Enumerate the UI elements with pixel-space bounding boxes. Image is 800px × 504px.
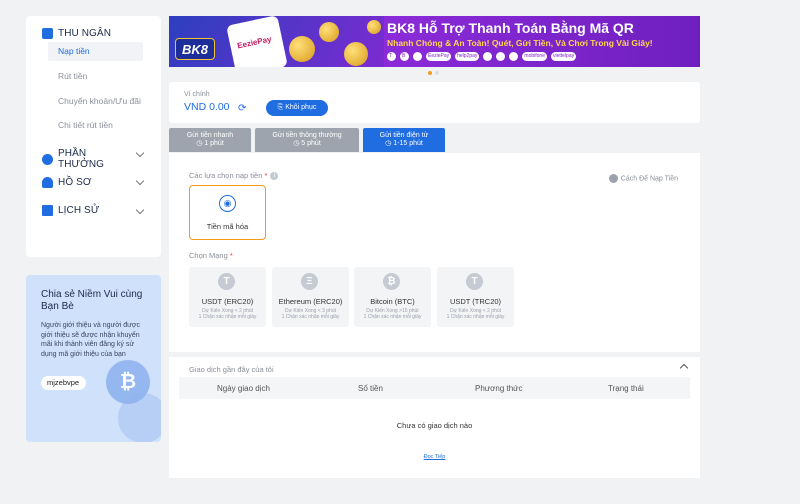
usdt-icon: T (218, 273, 235, 290)
tab-time: ◷ 5 phút (293, 140, 321, 147)
gift-icon (42, 153, 53, 165)
banner-subtitle: Nhanh Chóng & An Toàn! Quét, Gửi Tiền, V… (387, 38, 653, 48)
help-icon (608, 174, 618, 183)
wallet-balance: VND 0.00 (184, 101, 230, 113)
crypto-icon: ◉ (219, 195, 236, 212)
payment-logo (496, 52, 506, 61)
network-ethereum-erc20[interactable]: Ξ Ethereum (ERC20) Dự Kiến Xong < 3 phút… (272, 267, 349, 327)
restore-button[interactable]: ⎘ Khôi phục (266, 100, 328, 116)
method-label: Tiền mã hóa (206, 222, 249, 231)
chevron-down-icon[interactable] (135, 205, 145, 215)
network-usdt-trc20[interactable]: T USDT (TRC20) Dự Kiến Xong < 2 phút 1 C… (437, 267, 514, 327)
wallet-label: Ví chính (184, 91, 210, 98)
network-confirmation: 1 Chặn xác nhận mỗi giây (281, 314, 340, 320)
transactions-title: Giao dịch gần đây của tôi (189, 365, 274, 374)
network-confirmation: 1 Chặn xác nhận mỗi giây (198, 314, 257, 320)
coin-decoration (344, 42, 368, 66)
payment-logo (483, 52, 493, 61)
column-method: Phương thức (475, 384, 523, 393)
ethereum-icon: Ξ (301, 273, 318, 290)
tab-label: Gửi tiền điện tử (379, 132, 429, 139)
column-status: Trạng thái (608, 384, 644, 393)
chevron-down-icon[interactable] (135, 148, 145, 158)
payment-logo: mobifone (522, 52, 547, 61)
sidebar-item-transfer[interactable]: Chuyển khoản/Ưu đãi (58, 96, 141, 106)
tab-time: ◷ 1 phút (196, 140, 224, 147)
user-icon (42, 177, 53, 188)
coin-decoration (367, 20, 381, 34)
tab-crypto-deposit[interactable]: Gửi tiền điện tử ◷ 1-15 phút (363, 128, 445, 152)
network-name: USDT (TRC20) (449, 297, 502, 306)
transactions-table-header: Ngày giao dịch Số tiền Phương thức Trạng… (179, 377, 690, 399)
payment-logo: B (400, 52, 409, 61)
column-date: Ngày giao dịch (217, 384, 270, 393)
payment-logo: help2pay (455, 52, 480, 61)
tab-fast-deposit[interactable]: Gửi tiền nhanh ◷ 1 phút (169, 128, 251, 152)
menu-cashier-label: THU NGÂN (58, 28, 112, 39)
tab-regular-deposit[interactable]: Gửi tiền thông thường ◷ 5 phút (255, 128, 359, 152)
network-name: Bitcoin (BTC) (370, 297, 415, 306)
carousel-dots (428, 71, 439, 75)
carousel-dot[interactable] (435, 71, 439, 75)
wallet-icon (42, 28, 53, 39)
payment-logos: T B EeziePay help2pay mobifone viettelpa… (387, 52, 577, 61)
banner-title: BK8 Hỗ Trợ Thanh Toán Bằng Mã QR (387, 20, 634, 36)
tab-label: Gửi tiền thông thường (272, 132, 342, 139)
coin-icon: ₿ (106, 360, 150, 404)
menu-rewards[interactable]: PHẦN THƯỞNG (42, 148, 128, 170)
sidebar-item-deposit[interactable]: Nạp tiền (48, 42, 143, 61)
network-confirmation: 1 Chặn xác nhận mỗi giây (446, 314, 505, 320)
promo-banner[interactable]: EeziePay BK8 BK8 Hỗ Trợ Thanh Toán Bằng … (169, 16, 700, 67)
menu-cashier[interactable]: THU NGÂN (42, 28, 128, 39)
tab-label: Gửi tiền nhanh (186, 132, 234, 139)
info-icon[interactable]: i (270, 172, 279, 181)
referral-title: Chia sẻ Niềm Vui cùng Bạn Bè (41, 289, 143, 312)
sidebar-item-withdraw[interactable]: Rút tiền (58, 71, 87, 81)
menu-profile[interactable]: HỒ SƠ (42, 177, 128, 188)
coin-decoration (319, 22, 339, 42)
bitcoin-icon: ₿ (383, 273, 400, 290)
payment-logo: viettelpay (551, 52, 577, 61)
payment-logo (413, 52, 422, 61)
recent-transactions: Giao dịch gần đây của tôi Ngày giao dịch… (169, 357, 700, 478)
deposit-options-label: Các lựa chọn nạp tiền * i (189, 171, 279, 181)
chevron-down-icon[interactable] (135, 176, 145, 186)
wallet-panel: Ví chính VND 0.00 ⟳ ⎘ Khôi phục (169, 82, 700, 123)
sidebar: THU NGÂN Nạp tiền Rút tiền Chuyển khoản/… (26, 16, 161, 257)
payment-logo (509, 52, 519, 61)
referral-code[interactable]: mjzebvpe (41, 376, 86, 390)
empty-state: Chưa có giao dịch nào (396, 421, 473, 430)
network-name: Ethereum (ERC20) (278, 297, 343, 306)
deposit-panel: Các lựa chọn nạp tiền * i Cách Để Nạp Tiề… (169, 153, 700, 352)
menu-history-label: LỊCH SỬ (58, 205, 100, 216)
chevron-up-icon[interactable] (679, 363, 689, 373)
bk8-logo: BK8 (175, 38, 215, 60)
menu-rewards-label: PHẦN THƯỞNG (58, 148, 105, 170)
payment-logo: T (387, 52, 396, 61)
usdt-icon: T (466, 273, 483, 290)
carousel-dot-active[interactable] (428, 71, 432, 75)
referral-description: Người giới thiệu và người được giới thiệ… (41, 322, 140, 358)
tab-time: ◷ 1-15 phút (385, 140, 423, 147)
sidebar-item-withdraw-details[interactable]: Chi tiết rút tiền (58, 120, 113, 130)
restore-label: Khôi phục (285, 104, 317, 111)
network-usdt-erc20[interactable]: T USDT (ERC20) Dự Kiến Xong < 2 phút 1 C… (189, 267, 266, 327)
method-crypto[interactable]: ◉ Tiền mã hóa (189, 185, 266, 240)
column-amount: Số tiền (358, 384, 383, 393)
network-confirmation: 1 Chặn xác nhận mỗi giây (363, 314, 422, 320)
read-more-link[interactable]: Đọc Tiếp (169, 454, 700, 460)
menu-profile-label: HỒ SƠ (58, 177, 92, 188)
network-label: Chọn Mạng * (189, 251, 233, 260)
payment-logo: EeziePay (426, 52, 452, 61)
network-bitcoin[interactable]: ₿ Bitcoin (BTC) Dự Kiến Xong >15 phút 1 … (354, 267, 431, 327)
document-icon (42, 205, 53, 216)
deposit-tabs: Gửi tiền nhanh ◷ 1 phút Gửi tiền thông t… (169, 128, 445, 152)
refresh-icon[interactable]: ⟳ (238, 103, 246, 114)
menu-history[interactable]: LỊCH SỬ (42, 205, 128, 216)
referral-card: Chia sẻ Niềm Vui cùng Bạn Bè Người giới … (26, 275, 161, 442)
network-name: USDT (ERC20) (201, 297, 254, 306)
deposit-guide-link[interactable]: Cách Để Nạp Tiền (608, 174, 678, 183)
coin-decoration (289, 36, 315, 62)
